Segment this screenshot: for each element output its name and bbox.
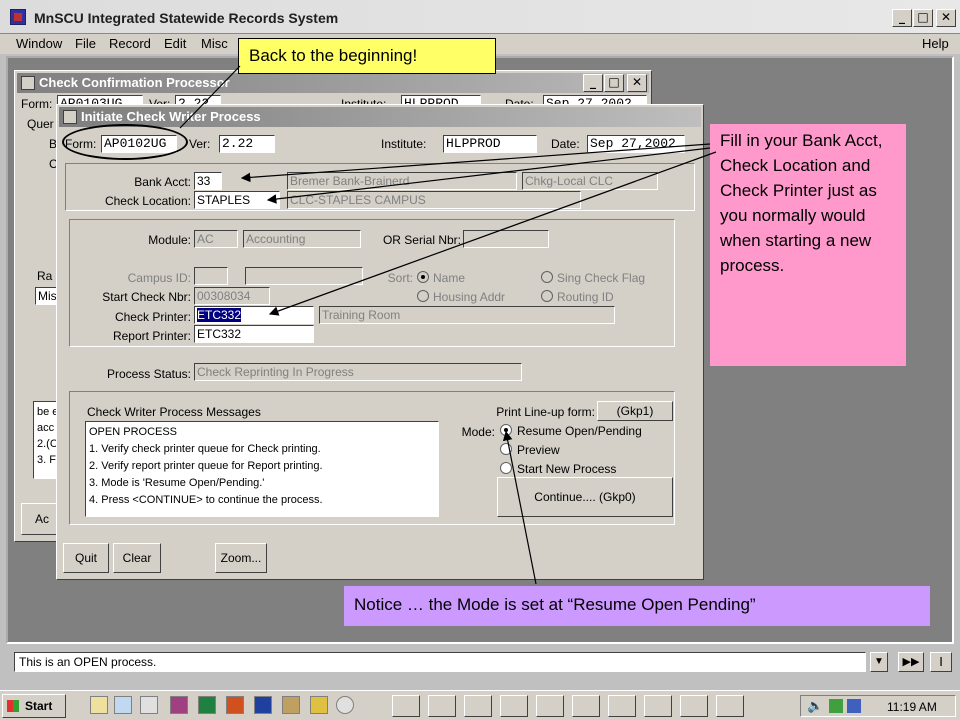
taskbar-window-button[interactable] (608, 695, 636, 717)
fast-forward-button[interactable]: ▶▶ (898, 652, 924, 672)
quicklaunch-icon[interactable] (140, 696, 158, 714)
text-cursor-icon[interactable]: I (930, 652, 952, 672)
check-location-arrow (266, 147, 711, 204)
bank-acct-arrow (240, 143, 711, 183)
powerpoint-icon[interactable] (226, 696, 244, 714)
taskbar-window-button[interactable] (680, 695, 708, 717)
callout-arrows (179, 65, 717, 585)
quicklaunch-icon[interactable] (114, 696, 132, 714)
quicklaunch-icon[interactable] (90, 696, 108, 714)
taskbar-window-button[interactable] (716, 695, 744, 717)
clock: 11:19 AM (887, 700, 937, 714)
excel-icon[interactable] (198, 696, 216, 714)
taskbar-window-button[interactable] (464, 695, 492, 717)
tray-icon[interactable] (847, 699, 861, 713)
word-icon[interactable] (254, 696, 272, 714)
speaker-icon[interactable]: 🔈 (807, 698, 823, 714)
start-label: Start (25, 699, 53, 713)
quicklaunch-icon[interactable] (310, 696, 328, 714)
check-printer-arrow (268, 151, 717, 316)
quicklaunch-icon[interactable] (282, 696, 300, 714)
quicklaunch-icon[interactable] (336, 696, 354, 714)
taskbar-window-button[interactable] (536, 695, 564, 717)
system-tray: 🔈 11:19 AM (800, 695, 956, 717)
quicklaunch-icon[interactable] (170, 696, 188, 714)
taskbar-window-button[interactable] (392, 695, 420, 717)
taskbar-window-button[interactable] (572, 695, 600, 717)
taskbar-window-button[interactable] (428, 695, 456, 717)
taskbar-window-button[interactable] (644, 695, 672, 717)
taskbar: Start 🔈 11:19 AM (0, 690, 960, 720)
mode-arrow (502, 430, 537, 585)
status-dropdown-button[interactable]: ▼ (870, 652, 888, 672)
tray-icon[interactable] (829, 699, 843, 713)
windows-logo-icon (7, 700, 19, 712)
back-arrow (179, 65, 241, 129)
status-bar: This is an OPEN process. (14, 652, 866, 672)
taskbar-window-button[interactable] (500, 695, 528, 717)
